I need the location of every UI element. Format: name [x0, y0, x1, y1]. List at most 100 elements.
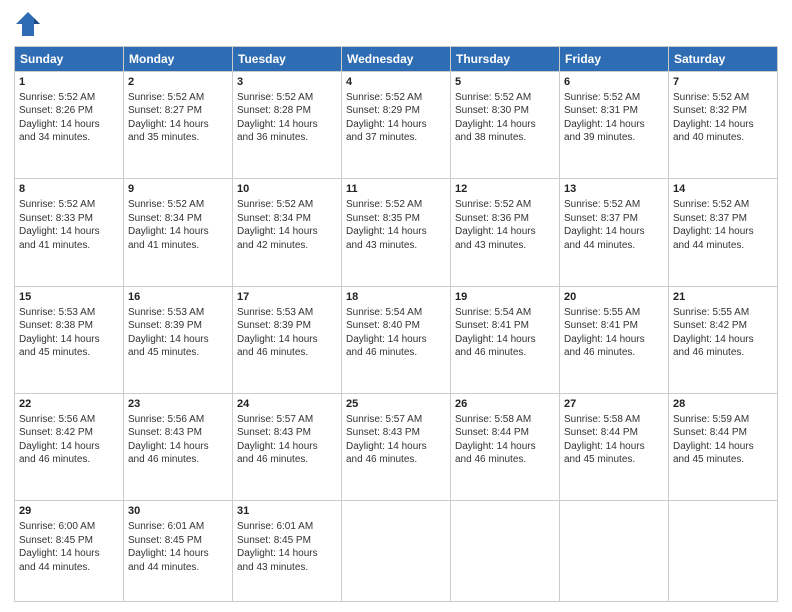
day-info: Sunrise: 5:55 AMSunset: 8:41 PMDaylight:…	[564, 307, 645, 359]
day-info: Sunrise: 5:52 AMSunset: 8:34 PMDaylight:…	[128, 199, 209, 251]
calendar-cell: 27 Sunrise: 5:58 AMSunset: 8:44 PMDayligh…	[560, 394, 669, 501]
day-number: 26	[455, 397, 555, 412]
day-number: 19	[455, 290, 555, 305]
calendar-cell: 8Sunrise: 5:52 AMSunset: 8:33 PMDaylight…	[15, 179, 124, 286]
day-info: Sunrise: 5:53 AMSunset: 8:38 PMDaylight:…	[19, 307, 100, 359]
weekday-header-thursday: Thursday	[451, 47, 560, 72]
day-number: 18	[346, 290, 446, 305]
day-info: Sunrise: 5:52 AMSunset: 8:32 PMDaylight:…	[673, 92, 754, 144]
calendar-cell	[342, 501, 451, 602]
day-info: Sunrise: 6:00 AMSunset: 8:45 PMDaylight:…	[19, 521, 100, 573]
calendar-cell	[560, 501, 669, 602]
day-info: Sunrise: 5:57 AMSunset: 8:43 PMDaylight:…	[346, 414, 427, 466]
weekday-header-sunday: Sunday	[15, 47, 124, 72]
calendar-cell: 16Sunrise: 5:53 AMSunset: 8:39 PMDayligh…	[124, 286, 233, 393]
calendar-cell: 19 Sunrise: 5:54 AMSunset: 8:41 PMDayligh…	[451, 286, 560, 393]
weekday-header-tuesday: Tuesday	[233, 47, 342, 72]
calendar-cell	[451, 501, 560, 602]
calendar-cell	[669, 501, 778, 602]
day-info: Sunrise: 5:52 AMSunset: 8:34 PMDaylight:…	[237, 199, 318, 251]
calendar-cell: 2 Sunrise: 5:52 AMSunset: 8:27 PMDaylight…	[124, 72, 233, 179]
day-info: Sunrise: 5:57 AMSunset: 8:43 PMDaylight:…	[237, 414, 318, 466]
calendar-cell: 11 Sunrise: 5:52 AMSunset: 8:35 PMDayligh…	[342, 179, 451, 286]
day-number: 21	[673, 290, 773, 305]
day-number: 23	[128, 397, 228, 412]
day-number: 15	[19, 290, 119, 305]
weekday-header-monday: Monday	[124, 47, 233, 72]
day-number: 14	[673, 182, 773, 197]
day-info: Sunrise: 5:58 AMSunset: 8:44 PMDaylight:…	[455, 414, 536, 466]
logo-icon	[14, 10, 42, 38]
day-number: 9	[128, 182, 228, 197]
day-number: 12	[455, 182, 555, 197]
week-row-1: 1 Sunrise: 5:52 AMSunset: 8:26 PMDaylight…	[15, 72, 778, 179]
day-info: Sunrise: 5:56 AMSunset: 8:43 PMDaylight:…	[128, 414, 209, 466]
weekday-header-friday: Friday	[560, 47, 669, 72]
calendar-cell: 10 Sunrise: 5:52 AMSunset: 8:34 PMDayligh…	[233, 179, 342, 286]
calendar-cell: 20 Sunrise: 5:55 AMSunset: 8:41 PMDayligh…	[560, 286, 669, 393]
day-number: 2	[128, 75, 228, 90]
weekday-header-saturday: Saturday	[669, 47, 778, 72]
calendar-cell: 7Sunrise: 5:52 AMSunset: 8:32 PMDaylight…	[669, 72, 778, 179]
day-number: 6	[564, 75, 664, 90]
calendar-cell: 5 Sunrise: 5:52 AMSunset: 8:30 PMDaylight…	[451, 72, 560, 179]
calendar-cell: 25 Sunrise: 5:57 AMSunset: 8:43 PMDayligh…	[342, 394, 451, 501]
calendar-cell: 9 Sunrise: 5:52 AMSunset: 8:34 PMDaylight…	[124, 179, 233, 286]
day-info: Sunrise: 5:58 AMSunset: 8:44 PMDaylight:…	[564, 414, 645, 466]
day-number: 13	[564, 182, 664, 197]
header	[14, 10, 778, 38]
day-number: 4	[346, 75, 446, 90]
day-number: 29	[19, 504, 119, 519]
day-number: 17	[237, 290, 337, 305]
day-number: 5	[455, 75, 555, 90]
calendar-cell: 3 Sunrise: 5:52 AMSunset: 8:28 PMDaylight…	[233, 72, 342, 179]
day-info: Sunrise: 5:52 AMSunset: 8:27 PMDaylight:…	[128, 92, 209, 144]
day-info: Sunrise: 5:52 AMSunset: 8:35 PMDaylight:…	[346, 199, 427, 251]
day-number: 27	[564, 397, 664, 412]
day-number: 24	[237, 397, 337, 412]
page: SundayMondayTuesdayWednesdayThursdayFrid…	[0, 0, 792, 612]
calendar-cell: 17 Sunrise: 5:53 AMSunset: 8:39 PMDayligh…	[233, 286, 342, 393]
calendar-cell: 26 Sunrise: 5:58 AMSunset: 8:44 PMDayligh…	[451, 394, 560, 501]
day-info: Sunrise: 5:54 AMSunset: 8:41 PMDaylight:…	[455, 307, 536, 359]
calendar-cell: 14Sunrise: 5:52 AMSunset: 8:37 PMDayligh…	[669, 179, 778, 286]
day-info: Sunrise: 5:52 AMSunset: 8:30 PMDaylight:…	[455, 92, 536, 144]
weekday-header-row: SundayMondayTuesdayWednesdayThursdayFrid…	[15, 47, 778, 72]
day-number: 11	[346, 182, 446, 197]
day-info: Sunrise: 5:52 AMSunset: 8:37 PMDaylight:…	[564, 199, 645, 251]
calendar-cell: 6 Sunrise: 5:52 AMSunset: 8:31 PMDaylight…	[560, 72, 669, 179]
calendar-cell: 30Sunrise: 6:01 AMSunset: 8:45 PMDayligh…	[124, 501, 233, 602]
day-number: 20	[564, 290, 664, 305]
weekday-header-wednesday: Wednesday	[342, 47, 451, 72]
day-number: 30	[128, 504, 228, 519]
day-number: 8	[19, 182, 119, 197]
day-info: Sunrise: 5:52 AMSunset: 8:36 PMDaylight:…	[455, 199, 536, 251]
calendar-cell: 12 Sunrise: 5:52 AMSunset: 8:36 PMDayligh…	[451, 179, 560, 286]
day-number: 25	[346, 397, 446, 412]
day-info: Sunrise: 5:52 AMSunset: 8:26 PMDaylight:…	[19, 92, 100, 144]
day-info: Sunrise: 5:52 AMSunset: 8:31 PMDaylight:…	[564, 92, 645, 144]
day-info: Sunrise: 5:52 AMSunset: 8:28 PMDaylight:…	[237, 92, 318, 144]
day-info: Sunrise: 5:52 AMSunset: 8:29 PMDaylight:…	[346, 92, 427, 144]
calendar-table: SundayMondayTuesdayWednesdayThursdayFrid…	[14, 46, 778, 602]
week-row-5: 29 Sunrise: 6:00 AMSunset: 8:45 PMDayligh…	[15, 501, 778, 602]
day-info: Sunrise: 5:54 AMSunset: 8:40 PMDaylight:…	[346, 307, 427, 359]
calendar-cell: 13 Sunrise: 5:52 AMSunset: 8:37 PMDayligh…	[560, 179, 669, 286]
week-row-2: 8Sunrise: 5:52 AMSunset: 8:33 PMDaylight…	[15, 179, 778, 286]
calendar-cell: 29 Sunrise: 6:00 AMSunset: 8:45 PMDayligh…	[15, 501, 124, 602]
day-number: 3	[237, 75, 337, 90]
calendar-cell: 22Sunrise: 5:56 AMSunset: 8:42 PMDayligh…	[15, 394, 124, 501]
logo-area	[14, 10, 46, 38]
day-number: 16	[128, 290, 228, 305]
day-number: 10	[237, 182, 337, 197]
calendar-cell: 1 Sunrise: 5:52 AMSunset: 8:26 PMDaylight…	[15, 72, 124, 179]
week-row-3: 15 Sunrise: 5:53 AMSunset: 8:38 PMDayligh…	[15, 286, 778, 393]
day-number: 31	[237, 504, 337, 519]
calendar-cell: 23 Sunrise: 5:56 AMSunset: 8:43 PMDayligh…	[124, 394, 233, 501]
day-number: 22	[19, 397, 119, 412]
day-info: Sunrise: 5:53 AMSunset: 8:39 PMDaylight:…	[237, 307, 318, 359]
day-info: Sunrise: 5:59 AMSunset: 8:44 PMDaylight:…	[673, 414, 754, 466]
calendar-cell: 24 Sunrise: 5:57 AMSunset: 8:43 PMDayligh…	[233, 394, 342, 501]
day-number: 28	[673, 397, 773, 412]
day-number: 1	[19, 75, 119, 90]
